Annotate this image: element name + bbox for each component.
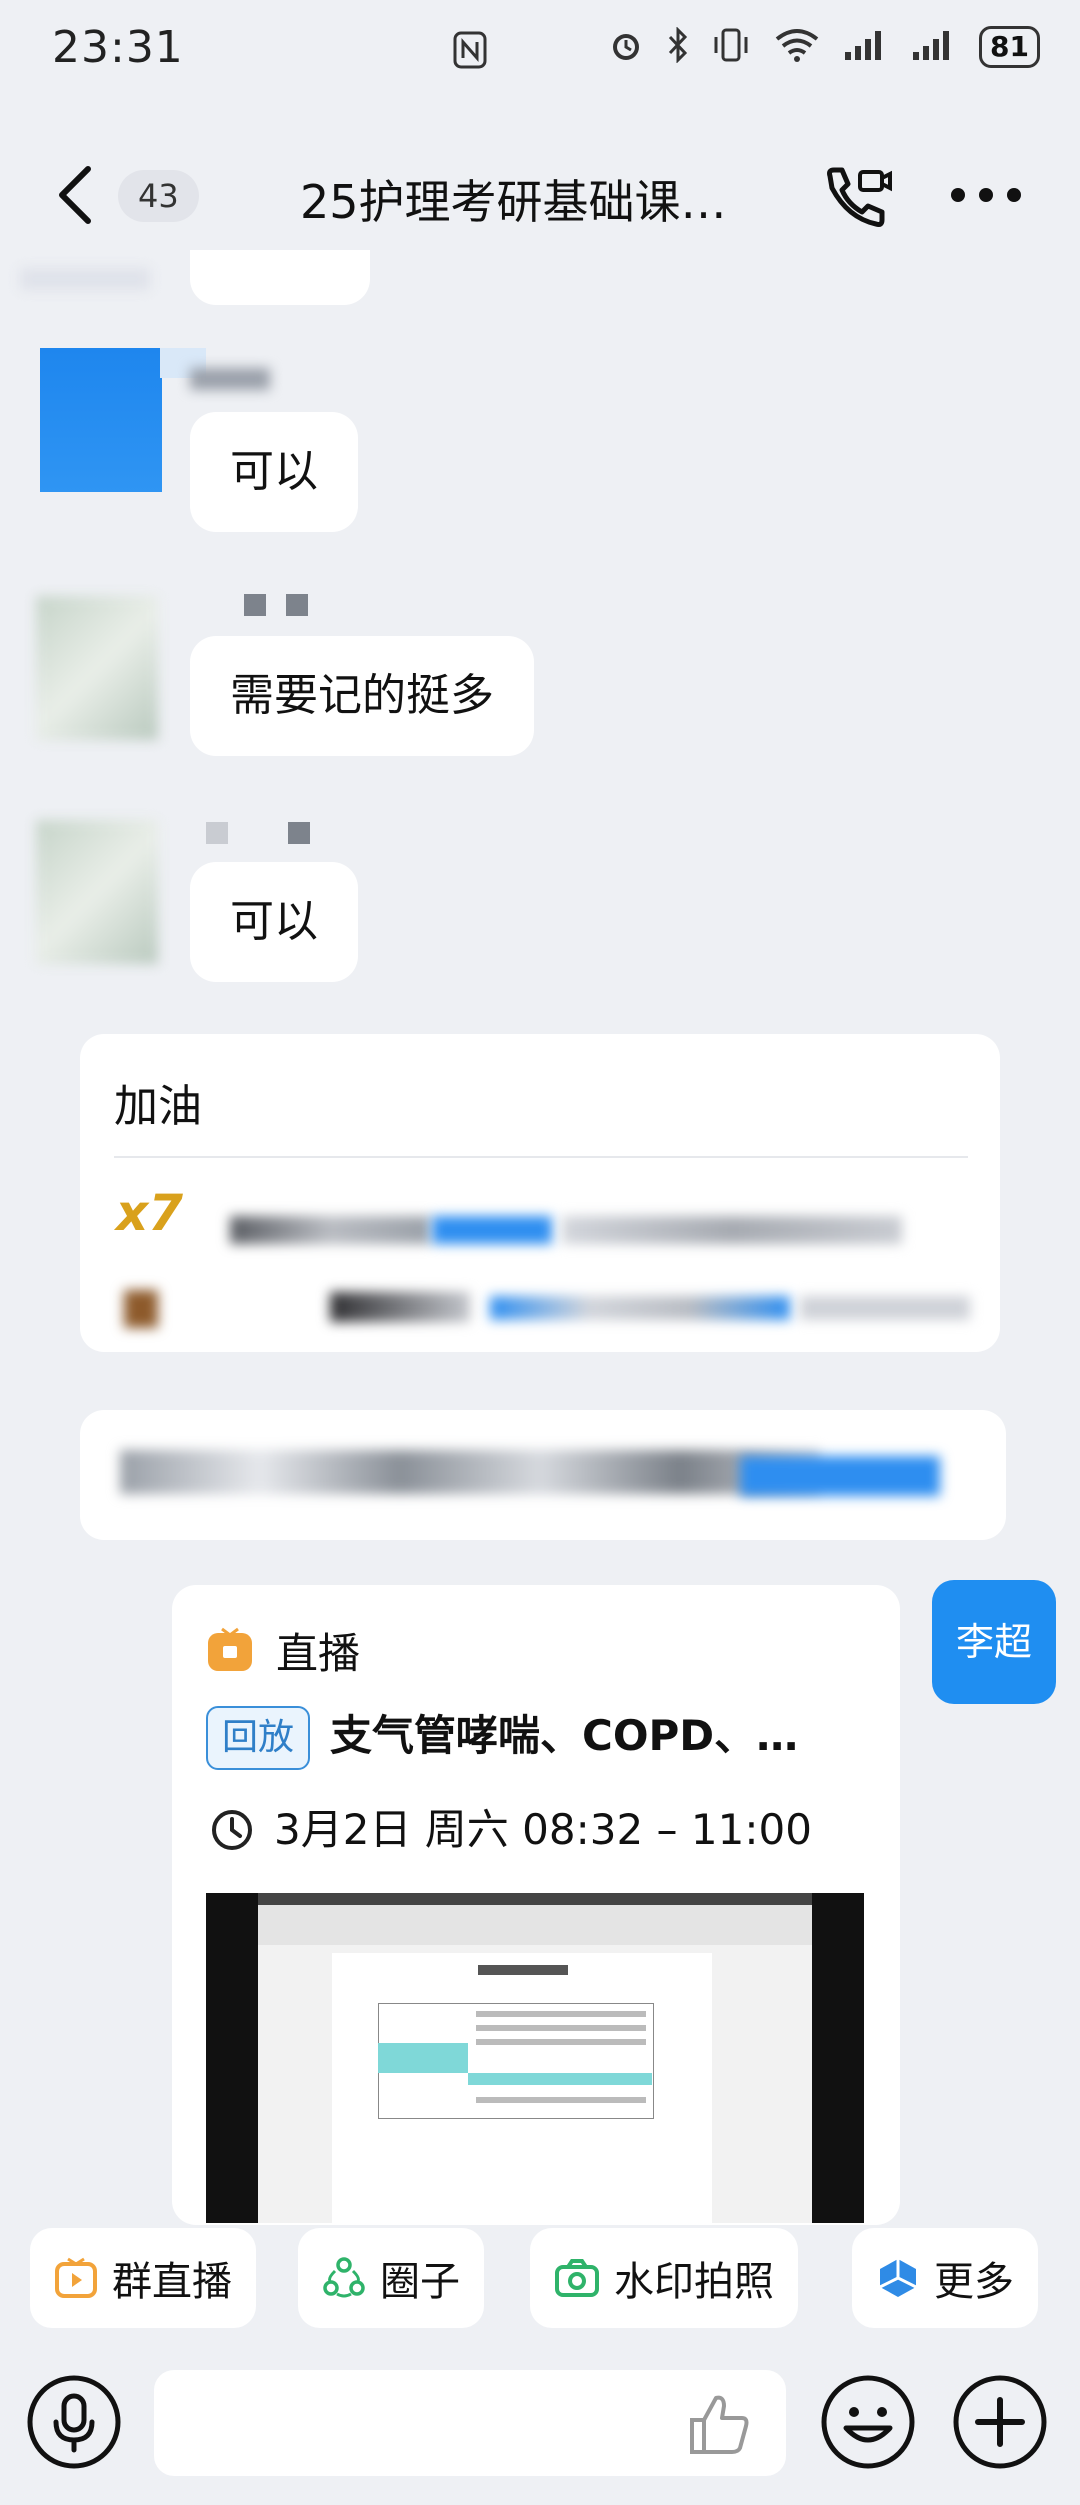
divider [114, 1156, 968, 1158]
blurred-content [562, 1216, 902, 1244]
live-thumbnail[interactable] [206, 1893, 864, 2223]
sender-avatar[interactable]: 李超 [932, 1580, 1056, 1704]
back-arrow-icon[interactable] [52, 165, 102, 225]
voice-input-icon[interactable] [24, 2372, 124, 2472]
previous-message-bubble [190, 250, 370, 305]
live-type-label: 直播 [276, 1629, 361, 1678]
chat-header: 43 25护理考研基础课… [0, 140, 1080, 250]
sender-name [288, 822, 310, 844]
blurred-message-card[interactable] [80, 1410, 1006, 1540]
card-title: 加油 [114, 1081, 202, 1132]
message-text: 可以 [230, 446, 318, 497]
bluetooth-icon [667, 26, 689, 67]
group-live-button[interactable]: 群直播 [30, 2228, 256, 2328]
nfc-icon [452, 30, 488, 74]
live-header: 直播 [206, 1620, 360, 1681]
blurred-content [490, 1296, 790, 1320]
thumbs-up-icon[interactable] [684, 2390, 754, 2460]
message-bubble[interactable]: 可以 [190, 412, 358, 532]
camera-icon [555, 2259, 599, 2297]
emoji-icon[interactable] [818, 2372, 918, 2472]
chat-title[interactable]: 25护理考研基础课… [300, 166, 727, 232]
more-options-icon[interactable] [948, 180, 1024, 210]
cube-icon [879, 2259, 917, 2297]
blurred-content [740, 1456, 940, 1496]
tv-icon [55, 2257, 97, 2298]
quick-action-bar: 群直播 圈子 水印拍照 更多 [0, 2220, 1080, 2340]
watermark-photo-label: 水印拍照 [614, 2259, 774, 2305]
unread-count-badge[interactable]: 43 [118, 170, 199, 222]
avatar[interactable] [36, 596, 158, 740]
message-bubble[interactable]: 可以 [190, 862, 358, 982]
logo-icon: x7 [116, 1184, 184, 1242]
clock-icon [212, 1810, 252, 1850]
status-icons: 81 [607, 26, 1040, 68]
signal-icon-1 [843, 28, 889, 66]
replay-tag: 回放 [206, 1706, 311, 1770]
status-time: 23:31 [52, 22, 184, 73]
circle-people-icon [323, 2257, 365, 2298]
message-input[interactable] [154, 2370, 786, 2476]
message-bubble[interactable]: 需要记的挺多 [190, 636, 534, 756]
sender-name [206, 822, 228, 844]
avatar[interactable] [36, 820, 158, 964]
circle-button[interactable]: 圈子 [298, 2228, 484, 2328]
live-time: 3月2日 周六 08:32 – 11:00 [274, 1805, 812, 1854]
wifi-icon [773, 27, 821, 67]
blurred-content [20, 268, 150, 290]
add-icon[interactable] [950, 2372, 1050, 2472]
alarm-icon [607, 26, 645, 68]
blurred-content [124, 1290, 158, 1328]
blurred-content [432, 1216, 552, 1244]
live-time-row: 3月2日 周六 08:32 – 11:00 [210, 1800, 812, 1860]
more-button[interactable]: 更多 [852, 2228, 1038, 2328]
avatar[interactable] [40, 348, 206, 492]
blurred-content [230, 1216, 430, 1244]
blurred-content [120, 1450, 820, 1494]
message-text: 可以 [230, 896, 318, 947]
group-live-label: 群直播 [112, 2259, 232, 2305]
circle-label: 圈子 [380, 2259, 460, 2305]
live-title: 支气管哮喘、COPD、… [330, 1711, 799, 1760]
vibrate-icon [711, 27, 751, 67]
blurred-content [800, 1296, 970, 1320]
status-bar: 23:31 81 [0, 0, 1080, 110]
blurred-content [330, 1292, 470, 1322]
live-tv-icon [208, 1627, 252, 1671]
sender-name [286, 594, 308, 616]
sender-name [244, 594, 266, 616]
message-text: 需要记的挺多 [230, 670, 494, 721]
thumbnail-screen [258, 1893, 812, 2223]
sender-name [190, 368, 270, 390]
battery-indicator: 81 [979, 26, 1040, 68]
watermark-photo-button[interactable]: 水印拍照 [530, 2228, 798, 2328]
input-bar [0, 2350, 1080, 2505]
forwarded-message-card[interactable]: 加油 x7 [80, 1034, 1000, 1352]
video-call-icon[interactable] [820, 162, 892, 234]
more-label: 更多 [934, 2259, 1014, 2305]
signal-icon-2 [911, 28, 957, 66]
